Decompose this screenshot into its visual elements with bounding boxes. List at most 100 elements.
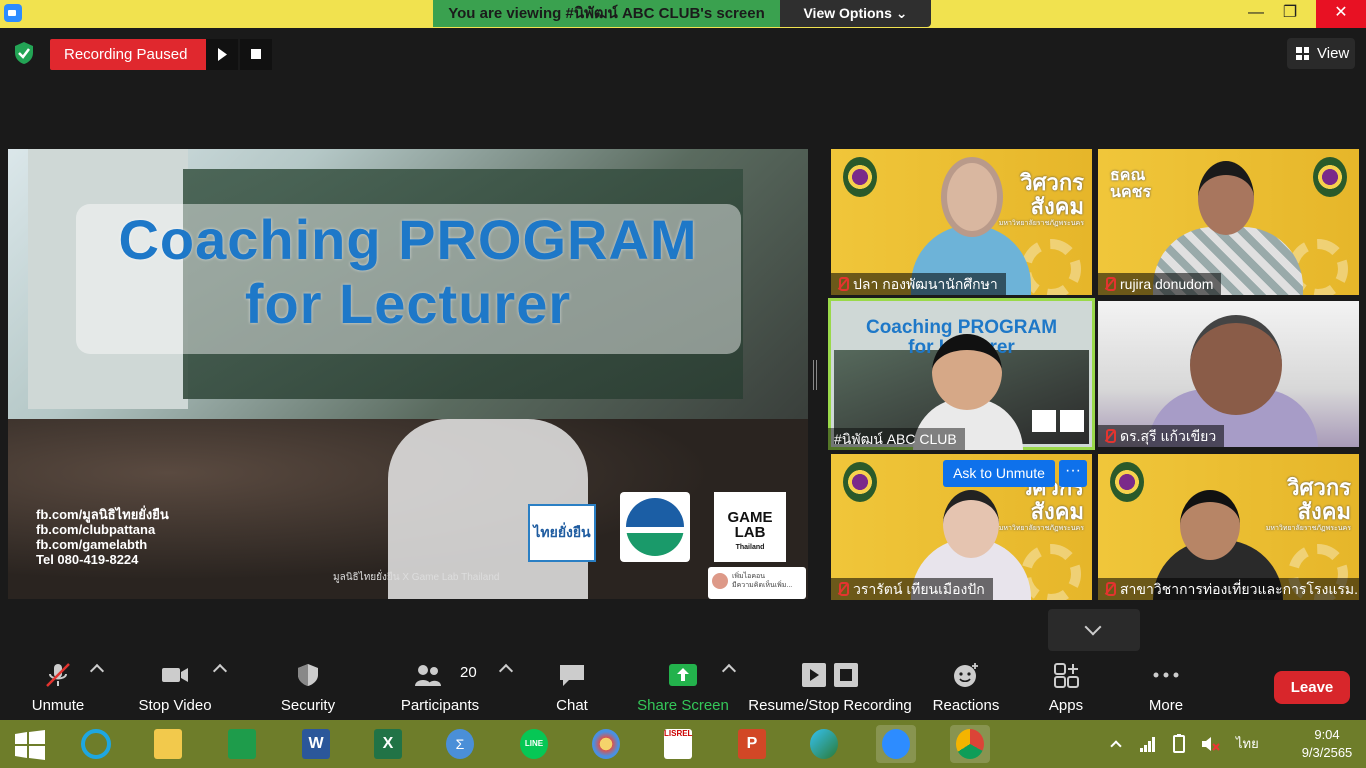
microsoft-store-icon[interactable]: [222, 725, 262, 763]
security-button[interactable]: Security: [268, 652, 348, 720]
apps-button[interactable]: Apps: [1030, 652, 1102, 720]
mic-muted-icon: [1104, 277, 1116, 291]
participant-tile-active[interactable]: Coaching PROGRAMfor Lecturer #นิพัฒน์ AB…: [828, 298, 1095, 450]
chevron-up-icon: [498, 663, 514, 679]
university-seal-icon: [1110, 462, 1144, 502]
comment-text: เพิ่มไอคอน มีความคิดเห็นเพิ่ม...: [732, 572, 792, 590]
leave-button[interactable]: Leave: [1274, 671, 1350, 704]
close-button[interactable]: ✕: [1316, 0, 1366, 28]
participant-name-label: ปลา กองพัฒนานักศึกษา: [831, 273, 1006, 295]
contact-line: fb.com/มูลนิธิไทยยั่งยืน: [36, 507, 169, 522]
paint-icon[interactable]: [586, 725, 626, 763]
shield-icon: [298, 664, 318, 686]
ask-to-unmute-button[interactable]: Ask to Unmute: [943, 460, 1055, 487]
avatar: [712, 573, 728, 589]
slide-credit: มูลนิธิไทยยั่งยืน X Game Lab Thailand: [333, 572, 500, 583]
share-screen-button[interactable]: Share Screen: [634, 652, 732, 720]
word-icon[interactable]: W: [296, 725, 336, 763]
university-seal-icon: [1313, 157, 1347, 197]
view-label: View: [1317, 45, 1350, 62]
excel-icon[interactable]: X: [368, 725, 408, 763]
contact-line: fb.com/clubpattana: [36, 522, 156, 537]
participants-button[interactable]: 20 Participants: [392, 652, 488, 720]
play-icon: [218, 48, 227, 61]
comment-card: เพิ่มไอคอน มีความคิดเห็นเพิ่ม...: [708, 567, 806, 599]
contact-line: fb.com/gamelabth: [36, 537, 148, 552]
brand-text: วิศวกร สังคม มหาวิทยาลัยราชภัฏพระนคร: [992, 171, 1084, 228]
minimize-button[interactable]: —: [1238, 0, 1274, 28]
battery-icon[interactable]: [1170, 734, 1188, 754]
reactions-button[interactable]: Reactions: [926, 652, 1006, 720]
resume-recording-button[interactable]: [206, 39, 238, 70]
internet-explorer-icon[interactable]: [76, 725, 116, 763]
brand-line2: สังคม: [1297, 499, 1351, 524]
smiley-add-icon: [954, 663, 978, 687]
participant-tile[interactable]: ดร.สุรี แก้วเขียว: [1098, 301, 1359, 447]
zoom-taskbar-icon[interactable]: [876, 725, 916, 763]
powerpoint-icon[interactable]: P: [732, 725, 772, 763]
show-hidden-icons-button[interactable]: [1108, 720, 1124, 768]
mic-muted-icon: [1104, 429, 1116, 443]
participant-tile[interactable]: วิศวกร สังคม มหาวิทยาลัยราชภัฏพระนคร สาขาว…: [1098, 454, 1359, 600]
participant-more-button[interactable]: ···: [1059, 460, 1087, 487]
shared-screen[interactable]: Coaching PROGRAM for Lecturer fb.com/มูล…: [8, 149, 808, 599]
participants-options-button[interactable]: [497, 652, 515, 720]
apps-icon: [1054, 663, 1079, 688]
participant-tile[interactable]: ธคณ นคชร rujira donudom: [1098, 149, 1359, 295]
speaker-muted-icon[interactable]: [1200, 734, 1220, 754]
participant-name-label: สาขาวิชาการท่องเที่ยวและการโรงแรม...: [1098, 578, 1359, 600]
math-input-icon[interactable]: Σ: [440, 725, 480, 763]
line-app-icon[interactable]: LINE: [514, 725, 554, 763]
brand-text-alt: ธคณ นคชร: [1110, 167, 1151, 201]
game-lab-logo: GAME LAB Thailand: [714, 492, 786, 562]
more-dots-icon: [1153, 672, 1179, 678]
logo-text: LAB: [734, 524, 766, 541]
participant-name: #นิพัฒน์ ABC CLUB: [834, 431, 957, 447]
windows-start-icon[interactable]: [14, 730, 46, 760]
participant-face: [932, 334, 1002, 410]
viewing-banner: You are viewing #นิพัฒน์ ABC CLUB's scre…: [433, 0, 780, 27]
chevron-down-icon: ⌄: [895, 5, 908, 21]
scroll-gallery-down-button[interactable]: [1048, 609, 1140, 651]
participant-tile[interactable]: วิศวกร สังคม มหาวิทยาลัยราชภัฏพระนคร ปลา ก…: [831, 149, 1092, 295]
participant-name-label: rujira donudom: [1098, 273, 1222, 295]
comment-author: เพิ่มไอคอน: [732, 573, 766, 580]
security-label: Security: [280, 697, 336, 714]
participant-name: rujira donudom: [1120, 276, 1214, 292]
encryption-shield-icon[interactable]: [13, 41, 35, 65]
chevron-up-icon: [1110, 740, 1122, 752]
file-explorer-icon[interactable]: [148, 725, 188, 763]
stop-video-button[interactable]: Stop Video: [132, 652, 218, 720]
participant-name: ดร.สุรี แก้วเขียว: [1120, 428, 1217, 444]
chat-label: Chat: [556, 697, 588, 714]
view-layout-button[interactable]: View: [1287, 38, 1355, 69]
clock-time: 9:04: [1314, 727, 1340, 742]
unmute-button[interactable]: Unmute: [18, 652, 98, 720]
participant-name-label: #นิพัฒน์ ABC CLUB: [828, 428, 965, 450]
chrome-icon[interactable]: [950, 725, 990, 763]
chat-button[interactable]: Chat: [536, 652, 608, 720]
share-screen-label: Share Screen: [637, 697, 729, 714]
audio-options-button[interactable]: [88, 652, 106, 720]
language-indicator[interactable]: ไทย: [1236, 720, 1264, 768]
stop-video-label: Stop Video: [138, 697, 212, 714]
lisrel-icon[interactable]: LISREL: [658, 725, 698, 763]
edge-icon[interactable]: [804, 725, 844, 763]
more-button[interactable]: More: [1130, 652, 1202, 720]
brand-line2: สังคม: [1030, 499, 1084, 524]
view-options-button[interactable]: View Options ⌄: [780, 0, 931, 27]
video-options-button[interactable]: [211, 652, 229, 720]
network-signal-icon[interactable]: [1140, 736, 1156, 752]
panel-resize-handle[interactable]: [813, 360, 817, 390]
participant-name: ปลา กองพัฒนานักศึกษา: [853, 276, 998, 292]
stop-recording-button[interactable]: [240, 39, 272, 70]
zoom-app-icon: [4, 4, 22, 22]
university-seal-icon: [843, 157, 877, 197]
chat-icon: [560, 665, 584, 686]
unmute-label: Unmute: [31, 697, 85, 714]
recording-status: Recording Paused: [50, 39, 206, 70]
resume-stop-recording-button[interactable]: Resume/Stop Recording: [746, 652, 914, 720]
maximize-button[interactable]: ❐: [1272, 0, 1308, 28]
share-options-button[interactable]: [720, 652, 738, 720]
system-clock[interactable]: 9:04 9/3/2565: [1292, 726, 1362, 762]
